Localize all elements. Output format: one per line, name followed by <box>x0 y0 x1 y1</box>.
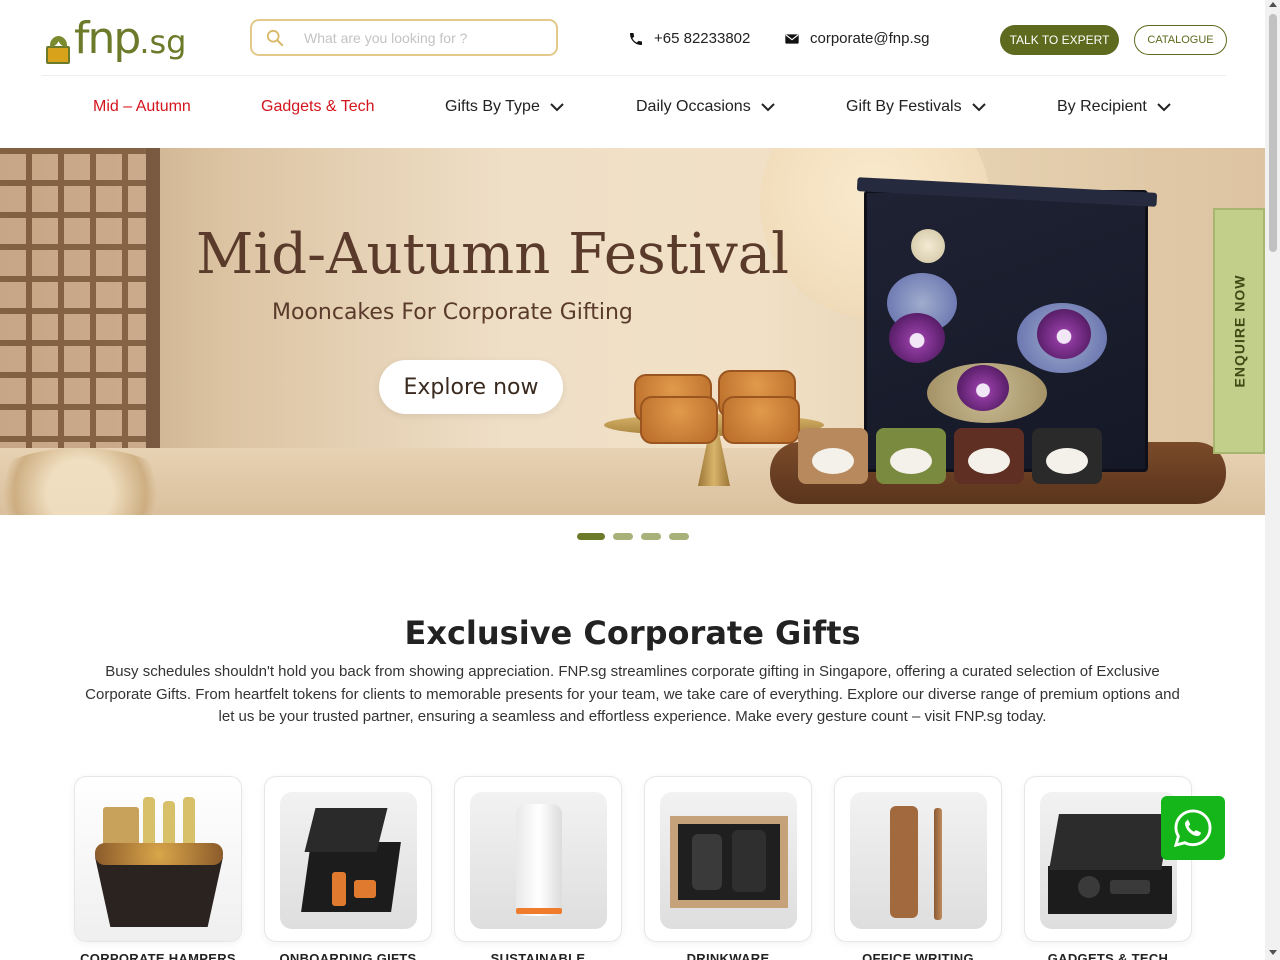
carousel-dot[interactable] <box>641 533 661 540</box>
chevron-down-icon <box>550 103 564 112</box>
header: fnp.sg +65 82233802 corporate@fnp.sg TAL… <box>42 0 1227 76</box>
email-address: corporate@fnp.sg <box>810 30 930 47</box>
talk-to-expert-button[interactable]: TALK TO EXPERT <box>1000 25 1119 55</box>
gadgets-tech-box-image <box>1040 792 1177 929</box>
logo-text: fnp.sg <box>74 13 187 64</box>
category-card-onboarding-gifts[interactable] <box>264 776 432 942</box>
category-label: CORPORATE HAMPERS <box>80 951 236 960</box>
nav-item-mid-autumn[interactable]: Mid – Autumn <box>93 98 191 116</box>
phone-icon <box>630 32 642 45</box>
hero-subtitle: Mooncakes For Corporate Gifting <box>272 300 633 325</box>
whatsapp-button[interactable] <box>1161 796 1225 860</box>
scroll-thumb[interactable] <box>1269 14 1277 252</box>
chevron-down-icon <box>971 103 986 112</box>
nav-item-daily-occasions[interactable]: Daily Occasions <box>636 98 775 116</box>
drinkware-set-image <box>660 792 797 929</box>
carousel-dots <box>577 533 689 540</box>
search-input[interactable] <box>304 29 544 46</box>
lattice-window-illustration <box>0 148 160 468</box>
carousel-dot[interactable] <box>669 533 689 540</box>
category-label: SUSTAINABLE <box>490 951 586 960</box>
nav-label: Mid – Autumn <box>93 98 191 115</box>
mail-icon <box>785 33 799 44</box>
logo[interactable]: fnp.sg <box>44 12 186 64</box>
snowskin-mooncake-image <box>1032 428 1102 484</box>
nav-label: Gifts By Type <box>445 98 540 115</box>
catalogue-button[interactable]: CATALOGUE <box>1134 25 1227 55</box>
category-card-sustainable[interactable] <box>454 776 622 942</box>
chevron-down-icon <box>1157 103 1171 112</box>
scroll-up-icon[interactable] <box>1269 2 1277 7</box>
hero-title: Mid-Autumn Festival <box>196 222 790 287</box>
nav-label: Daily Occasions <box>636 98 751 115</box>
main-nav: Mid – Autumn Gadgets & Tech Gifts By Typ… <box>0 76 1264 140</box>
carousel-dot[interactable] <box>577 533 605 540</box>
hamper-image <box>75 777 241 941</box>
nav-label: Gadgets & Tech <box>261 98 375 115</box>
enquire-label: ENQUIRE NOW <box>1231 274 1248 388</box>
snowskin-mooncake-image <box>876 428 946 484</box>
search-icon <box>266 29 284 46</box>
gift-box-logo-icon <box>44 34 72 64</box>
category-cards <box>74 776 1192 942</box>
snowskin-mooncake-image <box>954 428 1024 484</box>
search-box[interactable] <box>250 19 558 56</box>
hero-banner[interactable]: Mid-Autumn Festival Mooncakes For Corpor… <box>0 148 1265 515</box>
carousel-dot[interactable] <box>613 533 633 540</box>
nav-item-by-recipient[interactable]: By Recipient <box>1057 98 1171 116</box>
category-label: OFFICE WRITING <box>862 951 974 960</box>
category-card-drinkware[interactable] <box>644 776 812 942</box>
sustainable-bottle-image <box>470 792 607 929</box>
nav-item-gadgets-tech[interactable]: Gadgets & Tech <box>261 98 375 116</box>
phone-number: +65 82233802 <box>654 30 751 47</box>
scroll-down-icon[interactable] <box>1269 950 1277 955</box>
enquire-now-tab[interactable]: ENQUIRE NOW <box>1213 208 1265 454</box>
category-card-office-writing[interactable] <box>834 776 1002 942</box>
whatsapp-icon <box>1173 809 1212 848</box>
section-description: Busy schedules shouldn't hold you back f… <box>85 663 1180 725</box>
section-title: Exclusive Corporate Gifts <box>404 614 861 652</box>
snowskin-mooncake-image <box>798 428 868 484</box>
nav-label: Gift By Festivals <box>846 98 962 115</box>
nav-label: By Recipient <box>1057 98 1147 115</box>
category-label: GADGETS & TECH <box>1047 951 1169 960</box>
phone-link[interactable]: +65 82233802 <box>628 30 750 47</box>
explore-now-button[interactable]: Explore now <box>379 360 563 414</box>
scrollbar[interactable] <box>1265 0 1280 960</box>
page: fnp.sg +65 82233802 corporate@fnp.sg TAL… <box>0 0 1280 960</box>
onboarding-gift-box-image <box>280 792 417 929</box>
nav-item-gift-by-festivals[interactable]: Gift By Festivals <box>846 98 986 116</box>
office-writing-set-image <box>850 792 987 929</box>
nav-item-gifts-by-type[interactable]: Gifts By Type <box>445 98 564 116</box>
category-card-corporate-hampers[interactable] <box>74 776 242 942</box>
category-label: DRINKWARE <box>686 951 770 960</box>
category-label: ONBOARDING GIFTS <box>279 951 417 960</box>
email-link[interactable]: corporate@fnp.sg <box>784 30 929 47</box>
chevron-down-icon <box>760 103 775 112</box>
